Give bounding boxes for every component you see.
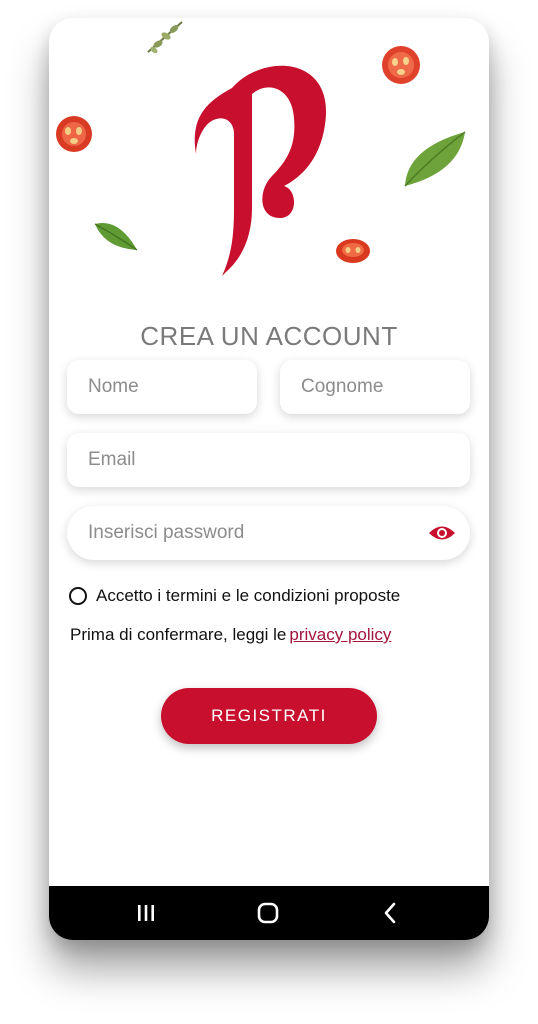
system-nav-bar — [49, 886, 489, 940]
terms-row[interactable]: Accetto i termini e le condizioni propos… — [69, 586, 400, 606]
register-button[interactable]: REGISTRATI — [161, 688, 377, 744]
privacy-prefix: Prima di confermare, leggi le — [70, 625, 287, 644]
privacy-notice: Prima di confermare, leggi le privacy pol… — [70, 625, 391, 645]
privacy-policy-link[interactable]: privacy policy — [289, 625, 391, 644]
password-input[interactable] — [86, 521, 420, 545]
terms-label: Accetto i termini e le condizioni propos… — [96, 586, 401, 605]
password-field[interactable] — [67, 506, 470, 560]
phone-screen: CREA UN ACCOUNT Accetto i termini e le c… — [49, 18, 489, 940]
back-icon[interactable] — [378, 900, 404, 926]
herb-sprig-icon — [147, 21, 183, 54]
last-name-field[interactable] — [280, 360, 470, 414]
basil-leaf-icon — [94, 223, 138, 251]
basil-leaf-icon — [404, 131, 466, 187]
email-field[interactable] — [67, 433, 470, 487]
email-input[interactable] — [86, 448, 470, 472]
first-name-input[interactable] — [86, 375, 257, 399]
tomato-slice-icon — [336, 239, 370, 263]
brand-logo — [194, 65, 327, 276]
tomato-icon — [382, 46, 420, 84]
first-name-field[interactable] — [67, 360, 257, 414]
home-icon[interactable] — [255, 900, 281, 926]
page-title: CREA UN ACCOUNT — [140, 321, 398, 352]
terms-radio[interactable] — [69, 587, 87, 605]
eye-icon[interactable] — [428, 524, 456, 542]
tomato-icon — [56, 116, 92, 152]
recent-apps-icon[interactable] — [133, 900, 159, 926]
last-name-input[interactable] — [299, 375, 470, 399]
